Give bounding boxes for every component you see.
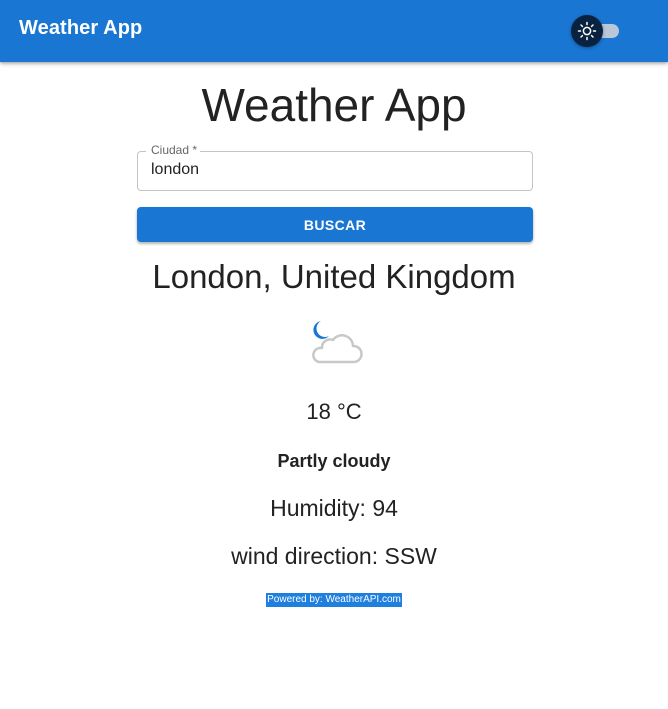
humidity: Humidity: 94 — [270, 495, 398, 521]
temperature: 18 °C — [306, 399, 362, 424]
theme-toggle-switch[interactable] — [571, 15, 621, 47]
wind-direction: wind direction: SSW — [231, 543, 437, 569]
search-button[interactable]: BUSCAR — [137, 207, 533, 242]
city-input[interactable] — [138, 152, 531, 188]
partly-cloudy-night-icon — [312, 321, 363, 364]
toggle-thumb[interactable] — [571, 15, 603, 47]
city-field[interactable]: Ciudad * Ciudad * — [137, 143, 533, 191]
app-bar-title: Weather App — [19, 17, 143, 39]
weather-condition: Partly cloudy — [277, 451, 391, 471]
weatherapi-link[interactable]: Powered by: WeatherAPI.com — [266, 593, 402, 607]
location-title: London, United Kingdom — [152, 258, 516, 295]
attribution: Powered by: WeatherAPI.com — [0, 589, 668, 607]
sun-icon — [577, 21, 597, 41]
app-bar: Weather App — [0, 0, 668, 62]
page-title: Weather App — [201, 79, 467, 131]
